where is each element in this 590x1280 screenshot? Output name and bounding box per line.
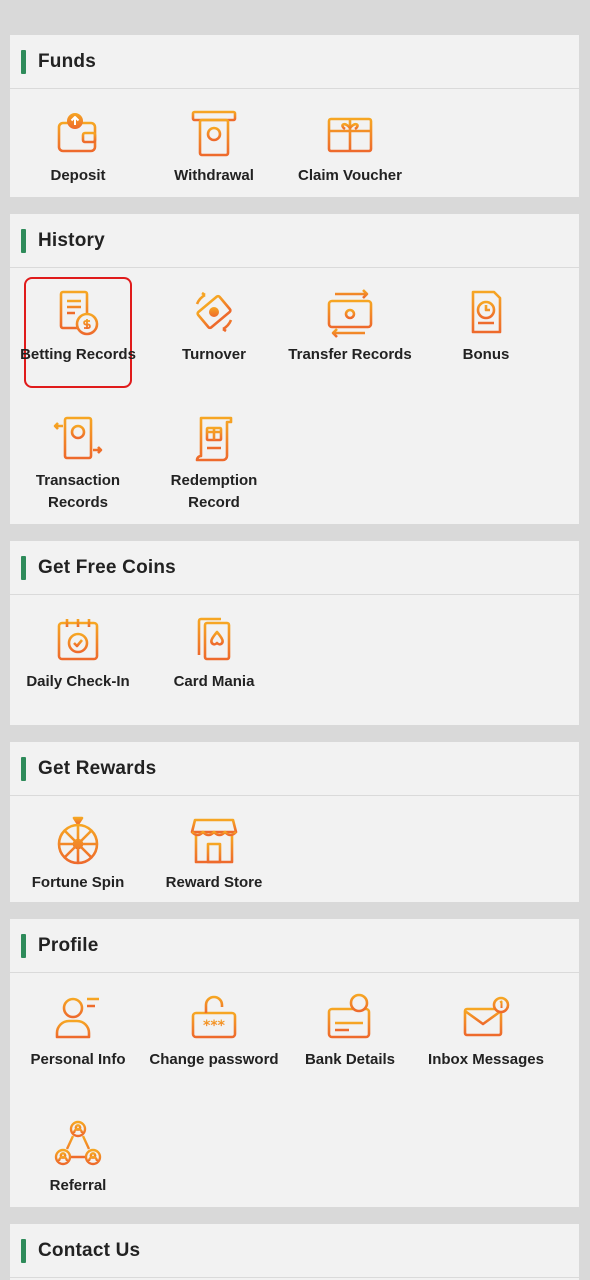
menu-item-label: Bank Details: [304, 1051, 396, 1068]
menu-item-reward-store[interactable]: Reward Store: [146, 816, 282, 894]
menu-item-label: Redemption Record: [170, 472, 258, 511]
menu-item-label: Betting Records: [20, 346, 136, 363]
menu-item-inbox-messages[interactable]: Inbox Messages: [418, 993, 554, 1071]
redemption-scroll-icon: [195, 416, 233, 462]
section-accent-bar: [21, 933, 26, 958]
menu-item-label: Withdrawal: [174, 167, 254, 184]
menu-item-label: Fortune Spin: [31, 874, 125, 891]
menu-item-daily-check-in[interactable]: Daily Check-In: [10, 615, 146, 693]
menu-item-deposit[interactable]: Deposit: [10, 109, 146, 187]
section-get-free-coins: Get Free Coins Daily Check-In Card Mania: [10, 541, 579, 725]
menu-item-label: Turnover: [182, 346, 246, 363]
person-icon: [55, 997, 99, 1039]
menu-item-bank-details[interactable]: Bank Details: [282, 993, 418, 1071]
menu-item-betting-records[interactable]: Betting Records: [10, 288, 146, 366]
section-title: Profile: [38, 934, 99, 956]
document-coin-icon: [59, 290, 99, 336]
section-profile: Profile Personal Info *** Change passwor…: [10, 919, 579, 1207]
section-title: Get Rewards: [38, 757, 157, 779]
transaction-book-icon: [53, 416, 103, 460]
menu-item-label: Transaction Records: [35, 472, 121, 511]
section-header: Get Free Coins: [10, 541, 579, 595]
envelope-icon: [463, 996, 510, 1037]
section-title: Contact Us: [38, 1239, 141, 1261]
referral-network-icon: [54, 1120, 102, 1166]
menu-item-claim-voucher[interactable]: Claim Voucher: [282, 109, 418, 187]
menu-item-referral[interactable]: Referral: [10, 1119, 146, 1197]
section-accent-bar: [21, 555, 26, 580]
menu-item-turnover[interactable]: Turnover: [146, 288, 282, 366]
menu-item-transaction-records[interactable]: Transaction Records: [10, 414, 146, 514]
menu-item-label: Deposit: [50, 167, 106, 184]
atm-withdrawal-icon: [191, 110, 237, 157]
menu-item-label: Transfer Records: [288, 346, 412, 363]
menu-item-label: Reward Store: [165, 874, 263, 891]
section-accent-bar: [21, 49, 26, 74]
section-header: Profile: [10, 919, 579, 973]
svg-text:***: ***: [203, 1018, 226, 1034]
section-title: Funds: [38, 50, 96, 72]
menu-item-label: Daily Check-In: [26, 673, 130, 690]
menu-item-label: Inbox Messages: [428, 1051, 544, 1068]
menu-item-label: Personal Info: [30, 1051, 126, 1068]
section-get-rewards: Get Rewards Fortune Spin Reward Store: [10, 742, 579, 902]
section-title: History: [38, 229, 105, 251]
menu-item-transfer-records[interactable]: Transfer Records: [282, 288, 418, 366]
section-accent-bar: [21, 1238, 26, 1263]
store-icon: [190, 818, 238, 864]
calendar-check-icon: [57, 619, 99, 661]
menu-item-label: Card Mania: [173, 673, 255, 690]
section-header[interactable]: Contact Us: [10, 1224, 579, 1278]
money-cycle-icon: [195, 291, 233, 333]
gift-voucher-icon: [327, 117, 373, 153]
transfer-card-icon: [327, 289, 373, 338]
menu-item-change-password[interactable]: *** Change password: [146, 993, 282, 1071]
menu-item-fortune-spin[interactable]: Fortune Spin: [10, 816, 146, 894]
section-header: History: [10, 214, 579, 268]
section-funds: Funds Deposit Withdrawal Claim Voucher: [10, 35, 579, 197]
section-title: Get Free Coins: [38, 556, 176, 578]
section-contact-us: Contact Us: [10, 1224, 579, 1280]
section-header: Funds: [10, 35, 579, 89]
menu-item-label: Change password: [149, 1051, 279, 1068]
spade-cards-icon: [197, 617, 231, 661]
section-accent-bar: [21, 228, 26, 253]
section-accent-bar: [21, 756, 26, 781]
section-header: Get Rewards: [10, 742, 579, 796]
fortune-wheel-icon: [57, 816, 99, 865]
section-history: History Betting Records Turnover Transfe…: [10, 214, 579, 524]
menu-item-bonus[interactable]: Bonus: [418, 288, 554, 366]
wallet-deposit-icon: [57, 113, 97, 153]
menu-item-withdrawal[interactable]: Withdrawal: [146, 109, 282, 187]
menu-item-label: Bonus: [462, 346, 510, 363]
bank-card-icon: [327, 993, 371, 1039]
lock-password-icon: ***: [191, 995, 237, 1039]
menu-item-label: Claim Voucher: [298, 167, 402, 184]
menu-item-label: Referral: [49, 1177, 107, 1194]
bonus-clock-icon: [471, 290, 502, 334]
menu-item-personal-info[interactable]: Personal Info: [10, 993, 146, 1071]
menu-item-card-mania[interactable]: Card Mania: [146, 615, 282, 693]
menu-item-redemption-record[interactable]: Redemption Record: [146, 414, 282, 514]
